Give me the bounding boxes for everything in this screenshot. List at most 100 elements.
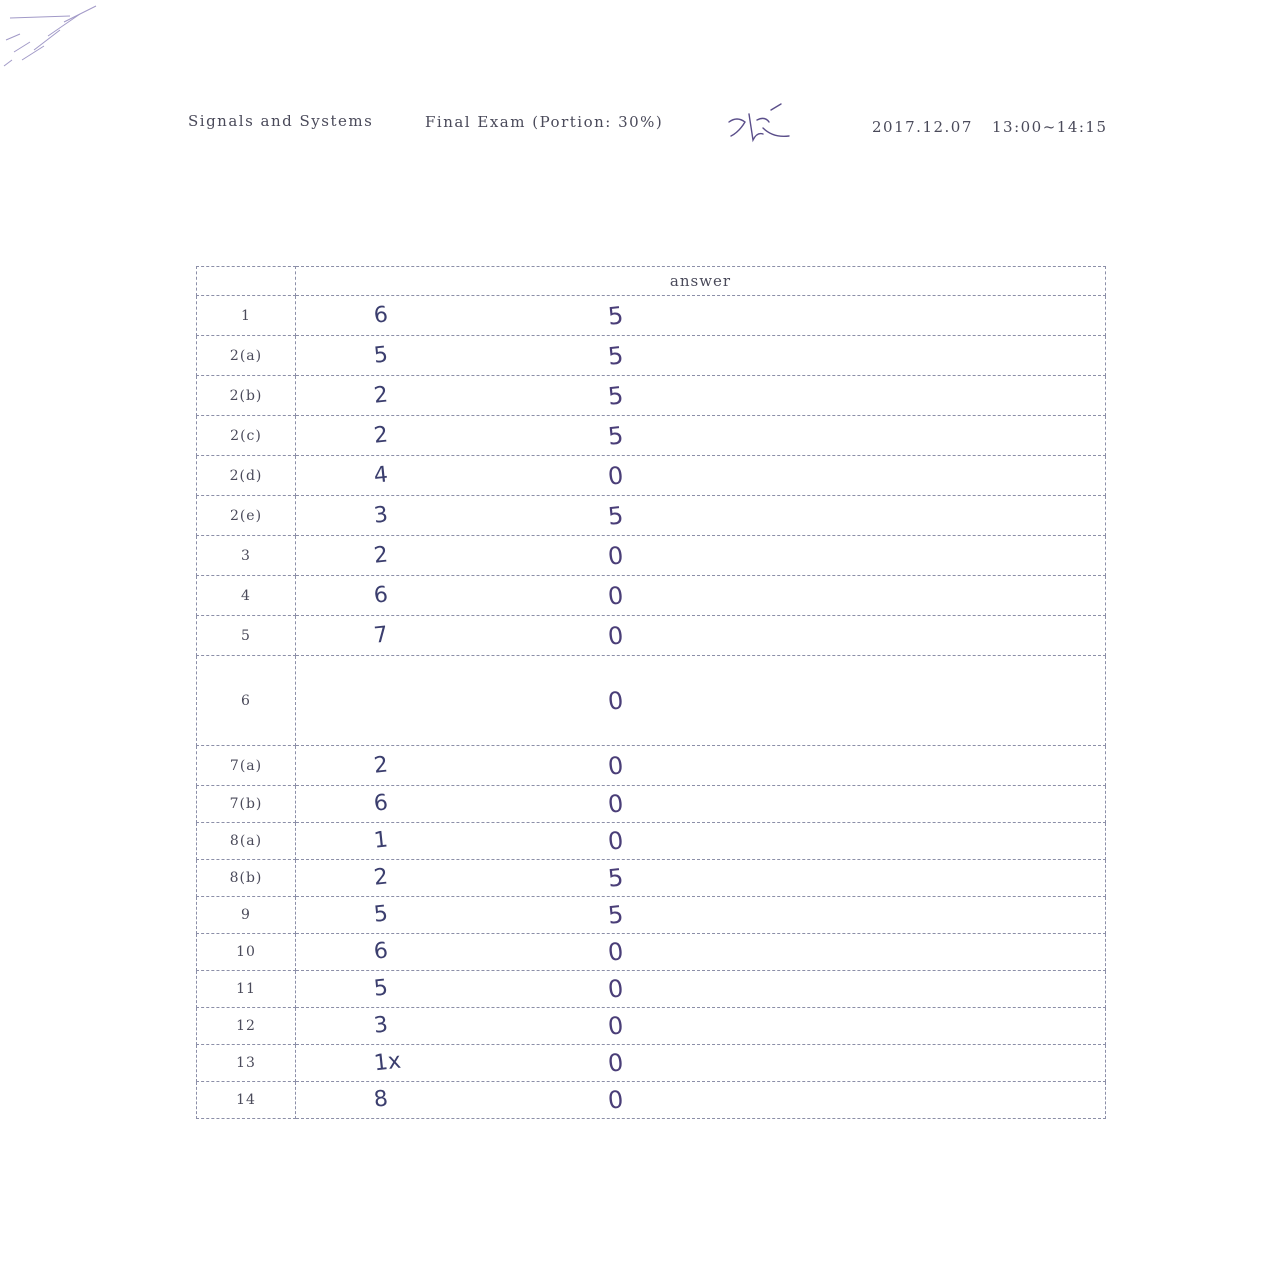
handwritten-score: 0 <box>606 750 625 781</box>
handwritten-answer: 1 <box>372 827 390 854</box>
question-number: 11 <box>196 970 296 1008</box>
question-number: 12 <box>196 1007 296 1045</box>
handwritten-answer: 2 <box>372 381 390 409</box>
question-column-header <box>196 266 296 296</box>
handwritten-score: 5 <box>606 863 625 893</box>
question-number: 2(d) <box>196 455 296 496</box>
table-row: 955 <box>196 896 1106 934</box>
table-row: 7(b) 6 0 <box>196 785 1106 823</box>
answer-cell: 60 <box>295 785 1106 823</box>
answer-cell: 35 <box>295 495 1106 536</box>
table-row: 165 <box>196 295 1106 336</box>
answer-sheet-table: answer 1 6 5 2(a) 5 5 2(b) 2 5 2(c) 2 5 2(d) 4 0 2(e) 3 5… <box>196 266 1106 1119</box>
question-number: 7(b) <box>196 785 296 823</box>
handwritten-answer: 2 <box>372 421 390 449</box>
handwritten-initials-signature <box>728 103 790 143</box>
handwritten-answer: 2 <box>372 541 390 569</box>
scan-artifact-mark <box>3 5 97 67</box>
handwritten-answer: 6 <box>372 301 390 329</box>
answer-column-header: answer <box>295 266 1106 296</box>
question-number: 5 <box>196 615 296 656</box>
answer-cell: 55 <box>295 335 1106 376</box>
handwritten-answer: 4 <box>372 461 390 489</box>
handwritten-score: 0 <box>606 974 625 1004</box>
table-row: 2(d) 4 0 <box>196 455 1106 496</box>
table-row: 14 8 0 <box>196 1081 1106 1119</box>
handwritten-answer: 6 <box>372 938 390 965</box>
table-row: 2(c) 2 5 <box>196 415 1106 456</box>
handwritten-score: 0 <box>606 1048 625 1078</box>
answer-cell: 60 <box>295 575 1106 616</box>
course-title: Signals and Systems <box>188 112 374 130</box>
question-number: 9 <box>196 896 296 934</box>
question-number: 6 <box>196 655 296 746</box>
table-row: 8(b) 2 5 <box>196 859 1106 897</box>
exam-date: 2017.12.07 <box>872 118 973 136</box>
handwritten-score: 5 <box>606 420 625 451</box>
handwritten-score: 5 <box>606 500 625 531</box>
question-number: 2(c) <box>196 415 296 456</box>
handwritten-score: 0 <box>606 1011 625 1041</box>
question-number: 2(b) <box>196 375 296 416</box>
question-number: 1 <box>196 295 296 336</box>
question-number: 8(b) <box>196 859 296 897</box>
answer-cell: 55 <box>295 896 1106 934</box>
table-row: 10 6 0 <box>196 933 1106 971</box>
answer-cell: 25 <box>295 375 1106 416</box>
handwritten-score: 0 <box>606 460 625 491</box>
table-row: 2(b) 2 5 <box>196 375 1106 416</box>
handwritten-answer: 6 <box>372 790 390 817</box>
handwritten-answer: 5 <box>372 975 390 1002</box>
answer-cell: 1x 0 <box>295 1044 1106 1082</box>
handwritten-answer: 3 <box>372 501 390 529</box>
handwritten-answer: 5 <box>372 901 390 928</box>
handwritten-answer: 2 <box>372 751 390 779</box>
handwritten-score: 0 <box>606 789 625 819</box>
handwritten-score: 0 <box>606 620 625 651</box>
answer-cell: 20 <box>295 745 1106 786</box>
handwritten-score: 0 <box>606 1085 625 1115</box>
answer-cell: 30 <box>295 1007 1106 1045</box>
question-number: 3 <box>196 535 296 576</box>
answer-cell: 70 <box>295 615 1106 656</box>
table-row: 8(a) 1 0 <box>196 822 1106 860</box>
answer-cell: 65 <box>295 295 1106 336</box>
answer-cell: 80 <box>295 1081 1106 1119</box>
handwritten-score: 0 <box>606 685 625 716</box>
handwritten-score: 0 <box>606 580 625 611</box>
table-row: 320 <box>196 535 1106 576</box>
table-row: 570 <box>196 615 1106 656</box>
exam-header: Signals and Systems Final Exam (Portion:… <box>188 103 1108 150</box>
table-row: 2(e) 3 5 <box>196 495 1106 536</box>
table-row: 11 5 0 <box>196 970 1106 1008</box>
table-row: 12 3 0 <box>196 1007 1106 1045</box>
question-number: 10 <box>196 933 296 971</box>
question-number: 13 <box>196 1044 296 1082</box>
question-number: 2(e) <box>196 495 296 536</box>
table-header-row: answer <box>196 266 1106 296</box>
table-row: 13 1x 0 <box>196 1044 1106 1082</box>
exam-time: 13:00~14:15 <box>992 118 1108 136</box>
answer-cell: 25 <box>295 415 1106 456</box>
answer-cell: 25 <box>295 859 1106 897</box>
answer-cell: 0 <box>295 655 1106 746</box>
handwritten-score: 5 <box>606 380 625 411</box>
answer-cell: 60 <box>295 933 1106 971</box>
question-number: 7(a) <box>196 745 296 786</box>
handwritten-answer: 1x <box>372 1048 403 1077</box>
table-row: 7(a) 2 0 <box>196 745 1106 786</box>
handwritten-answer: 5 <box>372 341 390 369</box>
answer-cell: 20 <box>295 535 1106 576</box>
table-row: 2(a) 5 5 <box>196 335 1106 376</box>
exam-title: Final Exam (Portion: 30%) <box>425 113 664 131</box>
handwritten-score: 0 <box>606 937 625 967</box>
handwritten-score: 5 <box>606 900 625 930</box>
table-row: 60 <box>196 655 1106 746</box>
question-number: 4 <box>196 575 296 616</box>
question-number: 14 <box>196 1081 296 1119</box>
handwritten-score: 0 <box>606 826 625 856</box>
answer-cell: 40 <box>295 455 1106 496</box>
handwritten-score: 0 <box>606 540 625 571</box>
question-number: 2(a) <box>196 335 296 376</box>
handwritten-answer: 6 <box>372 581 390 609</box>
